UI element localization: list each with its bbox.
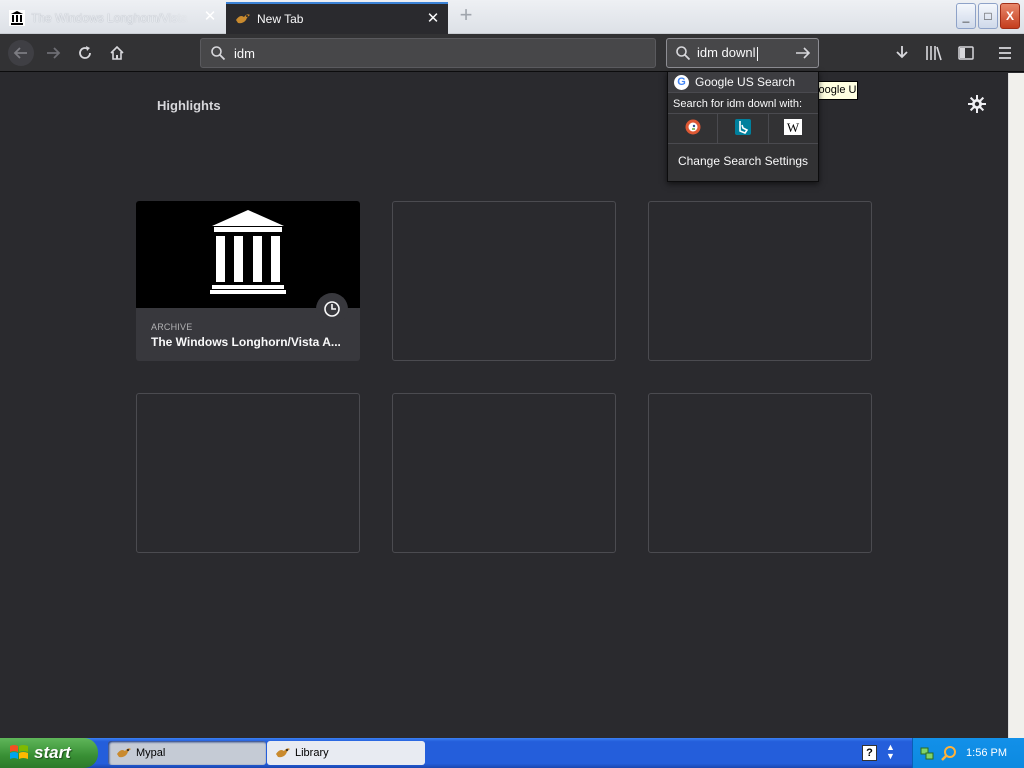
tray-clock: 1:56 PM xyxy=(966,747,1007,759)
bing-engine-button[interactable] xyxy=(718,114,769,143)
highlight-thumbnail xyxy=(136,201,360,308)
search-input-text: idm downl xyxy=(697,45,756,61)
system-tray: 1:56 PM xyxy=(912,738,1024,768)
mypal-bird-icon xyxy=(235,11,251,27)
empty-card-placeholder xyxy=(392,201,616,361)
close-tab-icon[interactable]: ✕ xyxy=(203,9,217,24)
wikipedia-engine-button[interactable]: W xyxy=(769,114,818,143)
scrollbar[interactable] xyxy=(1008,73,1024,738)
wikipedia-icon: W xyxy=(784,119,803,138)
forward-arrow-icon[interactable] xyxy=(42,42,64,64)
taskbar-item-label: Library xyxy=(295,747,329,759)
download-icon[interactable] xyxy=(891,42,913,64)
text-caret xyxy=(756,46,758,61)
windows-logo-icon xyxy=(9,743,29,763)
back-arrow-icon[interactable] xyxy=(8,40,34,66)
duckduckgo-icon xyxy=(685,119,701,138)
empty-card-placeholder xyxy=(648,393,872,553)
browser-window: The Windows Longhorn/Vista Archive ✕ New… xyxy=(0,0,1024,768)
archive-building-icon xyxy=(9,10,25,26)
scroll-arrows-icon[interactable]: ▲ ▼ xyxy=(886,743,895,761)
url-bar[interactable]: idm xyxy=(200,38,656,68)
start-label: start xyxy=(34,743,71,762)
network-icon[interactable] xyxy=(919,745,935,761)
search-suggestions-popup: G Google US Search Search for idm downl … xyxy=(667,71,819,182)
taskbar-item-mypal[interactable]: Mypal xyxy=(108,741,266,765)
search-input-value: idm downl xyxy=(697,45,758,61)
nav-toolbar: idm idm downl xyxy=(0,34,1024,72)
tab-label: The Windows Longhorn/Vista Archive xyxy=(31,11,191,25)
highlight-card[interactable]: ARCHIVE The Windows Longhorn/Vista A... xyxy=(136,201,360,361)
maximize-button[interactable]: □ xyxy=(978,3,998,29)
close-window-button[interactable]: X xyxy=(1000,3,1020,29)
empty-card-placeholder xyxy=(648,201,872,361)
clock-icon xyxy=(316,293,348,325)
window-controls: _ □ X xyxy=(956,3,1020,29)
current-engine-row[interactable]: G Google US Search xyxy=(668,72,818,92)
tab-new-tab[interactable]: New Tab ✕ xyxy=(226,2,448,34)
tab-archive[interactable]: The Windows Longhorn/Vista Archive ✕ xyxy=(0,2,225,34)
search-box[interactable]: idm downl xyxy=(666,38,819,68)
mypal-bird-icon xyxy=(275,745,291,761)
google-icon: G xyxy=(674,74,689,90)
hamburger-menu-icon[interactable] xyxy=(994,42,1016,64)
mypal-bird-icon xyxy=(116,745,132,761)
taskbar: start Mypal Library ? ▲ ▼ 1:56 PM xyxy=(0,738,1024,768)
sidebar-toggle-icon[interactable] xyxy=(955,42,977,64)
search-icon xyxy=(674,44,692,62)
go-arrow-icon[interactable] xyxy=(794,44,812,62)
library-icon[interactable] xyxy=(923,42,945,64)
taskbar-item-library[interactable]: Library xyxy=(267,741,425,765)
tab-strip: The Windows Longhorn/Vista Archive ✕ New… xyxy=(0,0,1024,34)
engine-label: Google US Search xyxy=(695,75,796,89)
empty-card-placeholder xyxy=(136,393,360,553)
home-icon[interactable] xyxy=(106,42,128,64)
change-search-settings-button[interactable]: Change Search Settings xyxy=(668,144,818,180)
magnifier-tray-icon[interactable] xyxy=(941,745,957,761)
svg-text:W: W xyxy=(787,120,800,135)
empty-card-placeholder xyxy=(392,393,616,553)
search-with-label: Search for idm downl with: xyxy=(668,92,818,114)
close-tab-icon[interactable]: ✕ xyxy=(426,11,440,26)
alternative-engines: W xyxy=(668,114,818,144)
help-icon[interactable]: ? xyxy=(862,745,877,761)
tab-label: New Tab xyxy=(257,12,304,26)
taskbar-item-label: Mypal xyxy=(136,747,166,759)
reload-icon[interactable] xyxy=(74,42,96,64)
url-input-value: idm xyxy=(234,45,255,61)
highlight-source: ARCHIVE xyxy=(151,322,193,332)
duckduckgo-engine-button[interactable] xyxy=(668,114,719,143)
gear-icon[interactable] xyxy=(967,94,987,114)
archive-building-icon xyxy=(210,210,286,299)
highlights-heading: Highlights xyxy=(157,98,221,113)
highlight-title: The Windows Longhorn/Vista A... xyxy=(151,335,341,349)
search-icon xyxy=(209,44,227,62)
new-tab-plus-icon[interactable]: + xyxy=(456,4,476,26)
bing-icon xyxy=(734,119,751,138)
minimize-button[interactable]: _ xyxy=(956,3,976,29)
start-button[interactable]: start xyxy=(0,738,98,768)
